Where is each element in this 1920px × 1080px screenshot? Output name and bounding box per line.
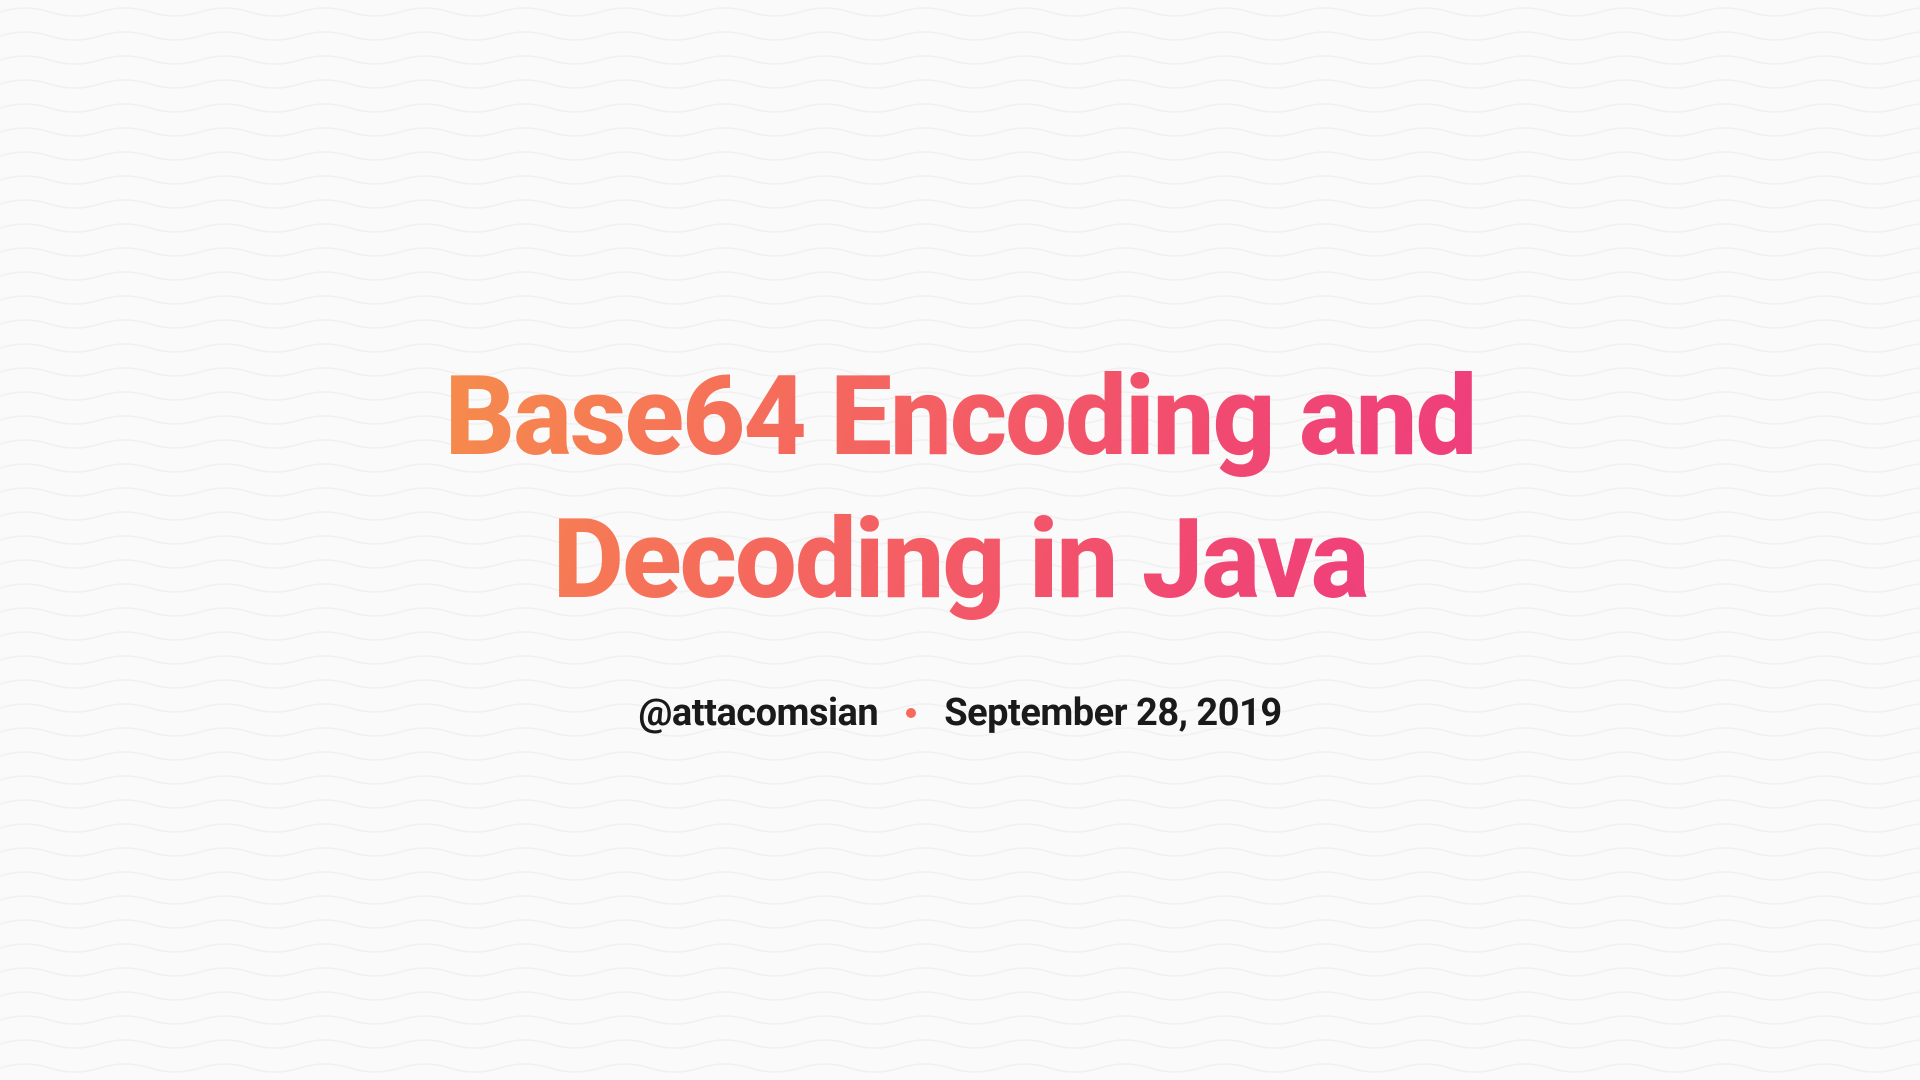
meta-row: @attacomsian September 28, 2019 bbox=[638, 691, 1281, 735]
page-title: Base64 Encoding and Decoding in Java bbox=[360, 345, 1560, 631]
content-container: Base64 Encoding and Decoding in Java @at… bbox=[360, 345, 1560, 735]
author-handle: @attacomsian bbox=[638, 691, 878, 735]
separator-dot-icon bbox=[906, 708, 916, 718]
publish-date: September 28, 2019 bbox=[944, 691, 1281, 735]
